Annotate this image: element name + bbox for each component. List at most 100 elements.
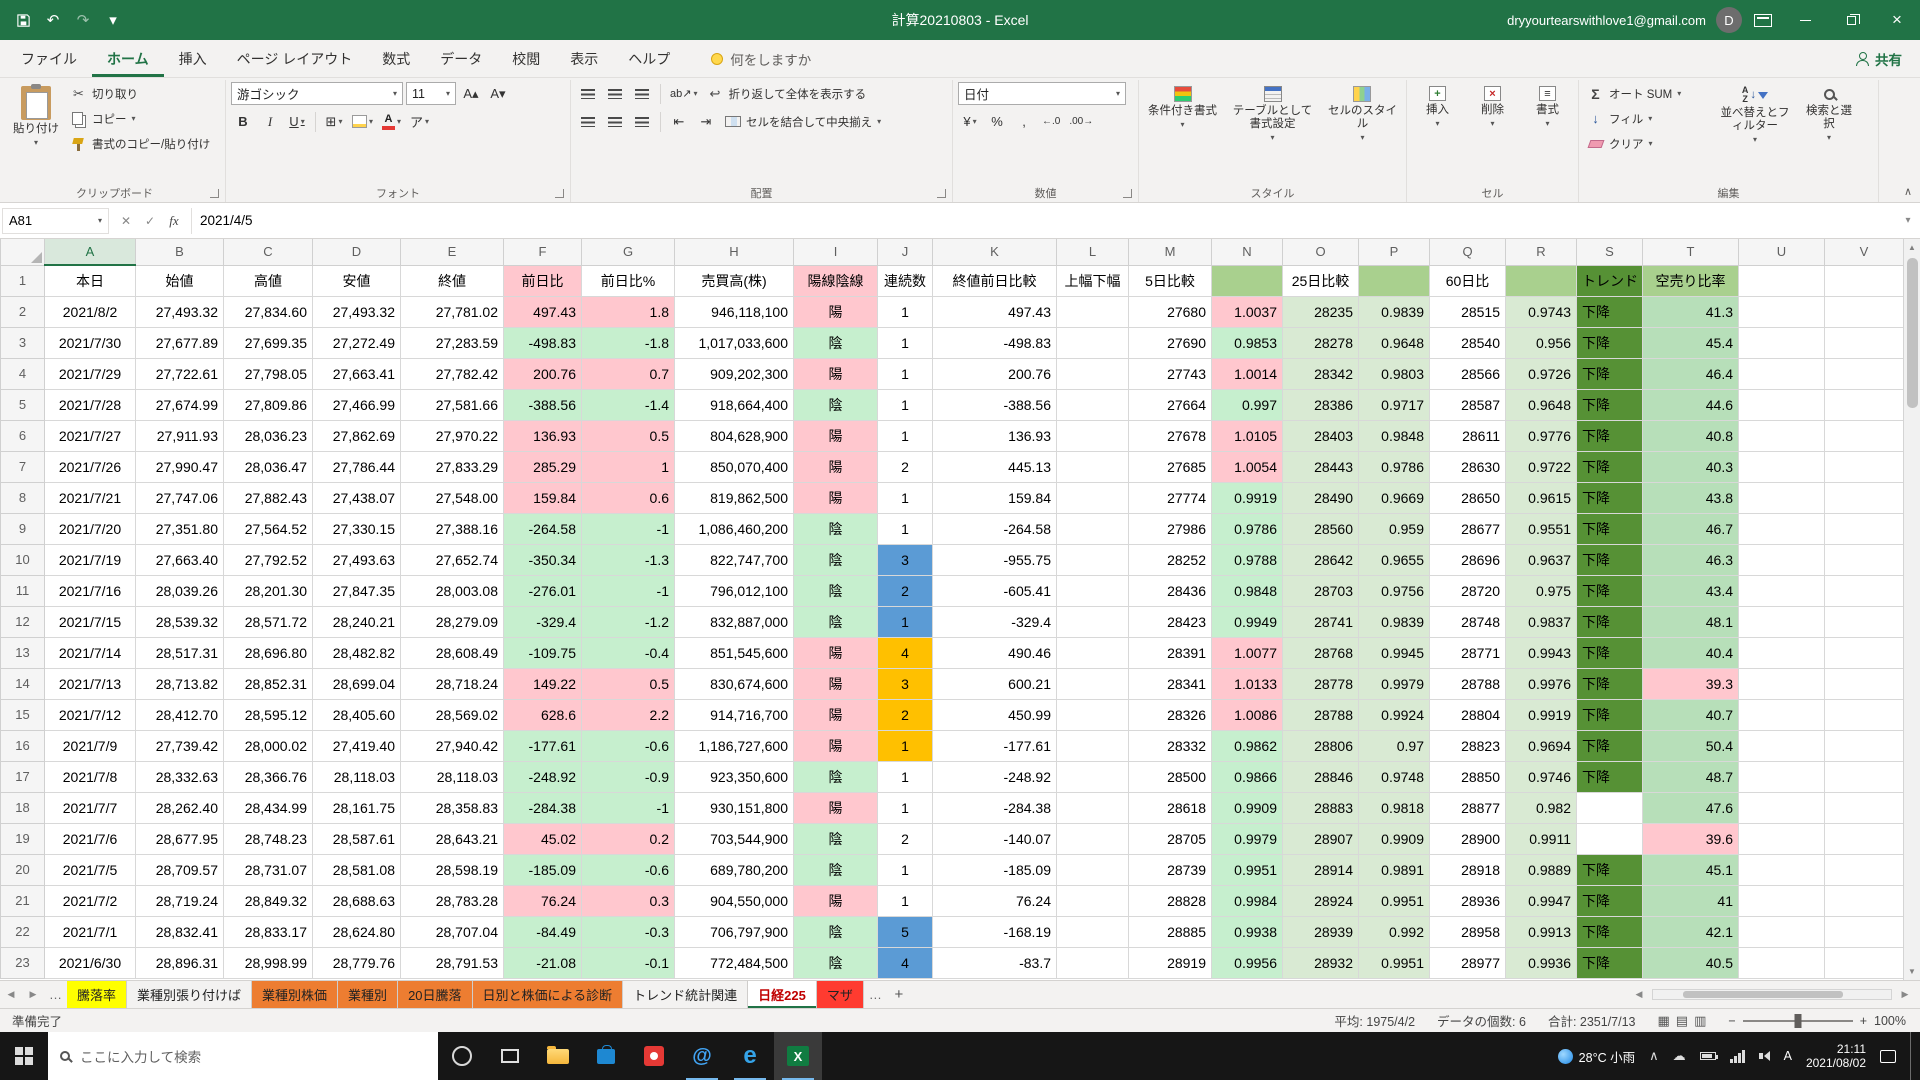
cell-G4[interactable]: 0.7 bbox=[582, 358, 675, 389]
cell-J22[interactable]: 5 bbox=[878, 916, 933, 947]
cell-C18[interactable]: 28,434.99 bbox=[224, 792, 313, 823]
cell-N15[interactable]: 1.0086 bbox=[1212, 699, 1283, 730]
cell-T9[interactable]: 46.7 bbox=[1643, 513, 1739, 544]
cell-U7[interactable] bbox=[1739, 451, 1825, 482]
save-button[interactable] bbox=[10, 7, 36, 33]
column-header-U[interactable]: U bbox=[1739, 239, 1825, 265]
cell-A8[interactable]: 2021/7/21 bbox=[45, 482, 136, 513]
cell-H18[interactable]: 930,151,800 bbox=[675, 792, 794, 823]
cell-B11[interactable]: 28,039.26 bbox=[136, 575, 224, 606]
cell-N5[interactable]: 0.997 bbox=[1212, 389, 1283, 420]
cell-N13[interactable]: 1.0077 bbox=[1212, 637, 1283, 668]
cell-H12[interactable]: 832,887,000 bbox=[675, 606, 794, 637]
cell-G5[interactable]: -1.4 bbox=[582, 389, 675, 420]
excel-taskbar-button[interactable]: X bbox=[774, 1032, 822, 1080]
cell-G18[interactable]: -1 bbox=[582, 792, 675, 823]
cell-A22[interactable]: 2021/7/1 bbox=[45, 916, 136, 947]
cell-A7[interactable]: 2021/7/26 bbox=[45, 451, 136, 482]
cell-M4[interactable]: 27743 bbox=[1129, 358, 1212, 389]
cell-R13[interactable]: 0.9943 bbox=[1506, 637, 1577, 668]
cell-F18[interactable]: -284.38 bbox=[504, 792, 582, 823]
task-view-button[interactable] bbox=[486, 1032, 534, 1080]
copy-button[interactable]: コピー▾ bbox=[67, 107, 213, 130]
cell-K12[interactable]: -329.4 bbox=[933, 606, 1057, 637]
clear-button[interactable]: クリア▾ bbox=[1584, 132, 1712, 155]
cell-A3[interactable]: 2021/7/30 bbox=[45, 327, 136, 358]
cell-R19[interactable]: 0.9911 bbox=[1506, 823, 1577, 854]
cell-U16[interactable] bbox=[1739, 730, 1825, 761]
cell-A6[interactable]: 2021/7/27 bbox=[45, 420, 136, 451]
cell-B16[interactable]: 27,739.42 bbox=[136, 730, 224, 761]
cell-K1[interactable]: 終値前日比較 bbox=[933, 265, 1057, 296]
column-header-Q[interactable]: Q bbox=[1430, 239, 1506, 265]
cell-L1[interactable]: 上幅下幅 bbox=[1057, 265, 1129, 296]
cell-V14[interactable] bbox=[1825, 668, 1904, 699]
cell-D5[interactable]: 27,466.99 bbox=[313, 389, 401, 420]
cell-Q17[interactable]: 28850 bbox=[1430, 761, 1506, 792]
cell-H22[interactable]: 706,797,900 bbox=[675, 916, 794, 947]
cell-C16[interactable]: 28,000.02 bbox=[224, 730, 313, 761]
underline-button[interactable]: U▾ bbox=[285, 110, 309, 133]
cell-K9[interactable]: -264.58 bbox=[933, 513, 1057, 544]
cell-M5[interactable]: 27664 bbox=[1129, 389, 1212, 420]
cell-Q18[interactable]: 28877 bbox=[1430, 792, 1506, 823]
ime-indicator[interactable]: A bbox=[1784, 1049, 1792, 1063]
cell-S21[interactable]: 下降 bbox=[1577, 885, 1643, 916]
cell-D10[interactable]: 27,493.63 bbox=[313, 544, 401, 575]
sort-filter-button[interactable]: AZ↓並べ替えとフィルター▾ bbox=[1716, 82, 1794, 183]
cell-N2[interactable]: 1.0037 bbox=[1212, 296, 1283, 327]
cell-R9[interactable]: 0.9551 bbox=[1506, 513, 1577, 544]
share-button[interactable]: 共有 bbox=[1837, 40, 1920, 77]
cell-P23[interactable]: 0.9951 bbox=[1359, 947, 1430, 978]
cell-C22[interactable]: 28,833.17 bbox=[224, 916, 313, 947]
cell-E13[interactable]: 28,608.49 bbox=[401, 637, 504, 668]
cell-H21[interactable]: 904,550,000 bbox=[675, 885, 794, 916]
cell-V21[interactable] bbox=[1825, 885, 1904, 916]
font-size-select[interactable]: 11▾ bbox=[406, 82, 456, 105]
cell-G22[interactable]: -0.3 bbox=[582, 916, 675, 947]
cell-F6[interactable]: 136.93 bbox=[504, 420, 582, 451]
cell-U3[interactable] bbox=[1739, 327, 1825, 358]
cell-I20[interactable]: 陰 bbox=[794, 854, 878, 885]
cell-D7[interactable]: 27,786.44 bbox=[313, 451, 401, 482]
font-name-select[interactable]: 游ゴシック▾ bbox=[231, 82, 403, 105]
cell-G12[interactable]: -1.2 bbox=[582, 606, 675, 637]
cell-C10[interactable]: 27,792.52 bbox=[224, 544, 313, 575]
cell-V23[interactable] bbox=[1825, 947, 1904, 978]
cell-U23[interactable] bbox=[1739, 947, 1825, 978]
cell-J20[interactable]: 1 bbox=[878, 854, 933, 885]
row-header-19[interactable]: 19 bbox=[1, 823, 45, 854]
cell-S8[interactable]: 下降 bbox=[1577, 482, 1643, 513]
cell-J19[interactable]: 2 bbox=[878, 823, 933, 854]
cell-B18[interactable]: 28,262.40 bbox=[136, 792, 224, 823]
cell-I19[interactable]: 陰 bbox=[794, 823, 878, 854]
cell-M2[interactable]: 27680 bbox=[1129, 296, 1212, 327]
cell-N23[interactable]: 0.9956 bbox=[1212, 947, 1283, 978]
column-header-V[interactable]: V bbox=[1825, 239, 1904, 265]
cell-Q14[interactable]: 28788 bbox=[1430, 668, 1506, 699]
cell-I5[interactable]: 陰 bbox=[794, 389, 878, 420]
page-break-view-button[interactable]: ▥ bbox=[1694, 1013, 1706, 1029]
cell-E18[interactable]: 28,358.83 bbox=[401, 792, 504, 823]
cell-G11[interactable]: -1 bbox=[582, 575, 675, 606]
sheet-tab-業種別株価[interactable]: 業種別株価 bbox=[252, 981, 338, 1008]
account-email[interactable]: dryyourtearswithlove1@gmail.com bbox=[1507, 13, 1706, 28]
cell-S6[interactable]: 下降 bbox=[1577, 420, 1643, 451]
cell-O21[interactable]: 28924 bbox=[1283, 885, 1359, 916]
cell-D16[interactable]: 27,419.40 bbox=[313, 730, 401, 761]
cell-P9[interactable]: 0.959 bbox=[1359, 513, 1430, 544]
cell-I7[interactable]: 陽 bbox=[794, 451, 878, 482]
row-header-2[interactable]: 2 bbox=[1, 296, 45, 327]
cell-S4[interactable]: 下降 bbox=[1577, 358, 1643, 389]
cell-J12[interactable]: 1 bbox=[878, 606, 933, 637]
cell-N22[interactable]: 0.9938 bbox=[1212, 916, 1283, 947]
phonetic-guide-button[interactable]: ア▾ bbox=[407, 110, 432, 133]
cell-C17[interactable]: 28,366.76 bbox=[224, 761, 313, 792]
percent-style-button[interactable]: % bbox=[985, 110, 1009, 133]
align-top-button[interactable] bbox=[576, 82, 600, 105]
cell-B10[interactable]: 27,663.40 bbox=[136, 544, 224, 575]
cell-C5[interactable]: 27,809.86 bbox=[224, 389, 313, 420]
column-header-H[interactable]: H bbox=[675, 239, 794, 265]
cell-D11[interactable]: 27,847.35 bbox=[313, 575, 401, 606]
cell-T5[interactable]: 44.6 bbox=[1643, 389, 1739, 420]
